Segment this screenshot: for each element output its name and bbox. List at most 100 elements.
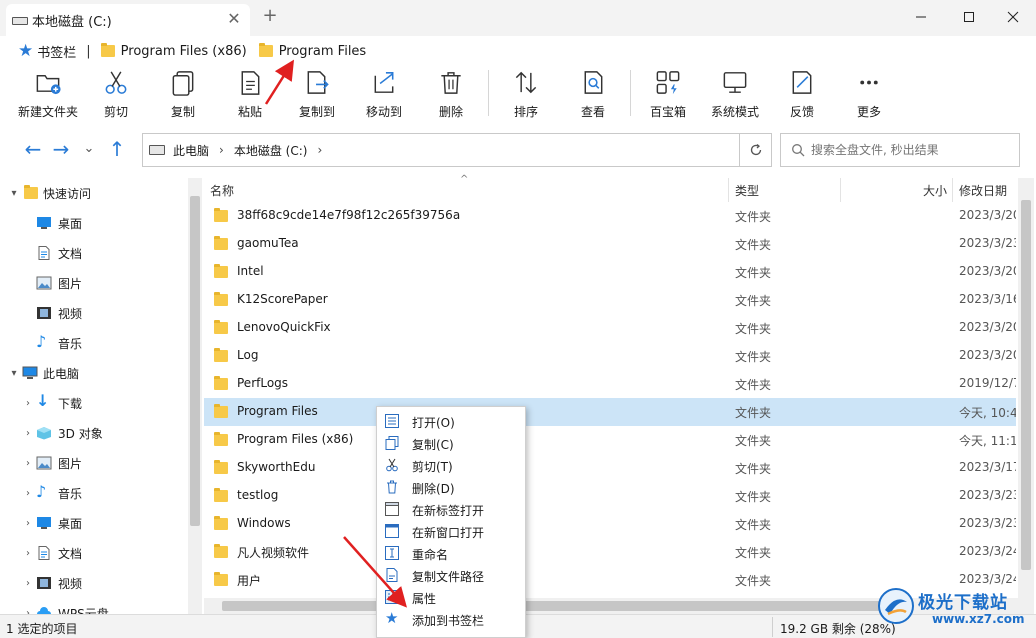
address-bar[interactable]: 此电脑 › 本地磁盘 (C:) › bbox=[142, 133, 772, 167]
more-icon bbox=[860, 80, 878, 85]
sidebar-item-pc-music[interactable]: › ♪ 音乐 bbox=[0, 478, 188, 508]
column-date[interactable]: 修改日期 bbox=[959, 182, 1007, 199]
bookmark-program-files-x86[interactable]: Program Files (x86) bbox=[100, 43, 247, 59]
sort-button[interactable]: 排序 bbox=[493, 68, 559, 120]
up-arrow-icon[interactable]: ↑ bbox=[106, 138, 128, 160]
chevron-right-icon[interactable]: › bbox=[22, 548, 34, 559]
sidebar-item-this-pc[interactable]: ▾ 此电脑 bbox=[0, 358, 188, 388]
sidebar-scroll-thumb[interactable] bbox=[190, 196, 200, 526]
table-row[interactable]: Intel 文件夹 2023/3/20 bbox=[204, 258, 1016, 286]
menu-item-open[interactable]: 打开(O) bbox=[377, 410, 525, 432]
table-row[interactable]: PerfLogs 文件夹 2019/12/7 bbox=[204, 370, 1016, 398]
menu-item-open-new-window[interactable]: 在新窗口打开 bbox=[377, 520, 525, 542]
table-row[interactable]: Log 文件夹 2023/3/20 bbox=[204, 342, 1016, 370]
column-divider[interactable] bbox=[728, 178, 729, 202]
chevron-right-icon[interactable]: › bbox=[22, 578, 34, 589]
chevron-right-icon[interactable]: › bbox=[22, 458, 34, 469]
table-row[interactable]: Program Files 文件夹 今天, 10:44 bbox=[204, 398, 1016, 426]
copy-button[interactable]: 复制 bbox=[150, 68, 216, 120]
chevron-right-icon[interactable]: › bbox=[22, 428, 34, 439]
search-input[interactable] bbox=[811, 143, 1011, 157]
chevron-down-icon[interactable]: ▾ bbox=[8, 188, 20, 199]
move-to-button[interactable]: 移动到 bbox=[351, 68, 417, 120]
menu-item-add-bookmark[interactable]: ★ 添加到书签栏 bbox=[377, 608, 525, 630]
menu-item-rename[interactable]: 重命名 bbox=[377, 542, 525, 564]
back-arrow-icon[interactable]: ← bbox=[22, 138, 44, 160]
column-name[interactable]: 名称 bbox=[210, 182, 234, 199]
column-divider[interactable] bbox=[952, 178, 953, 202]
menu-item-cut[interactable]: 剪切(T) bbox=[377, 454, 525, 476]
paste-label: 粘贴 bbox=[237, 105, 262, 119]
maximize-button[interactable] bbox=[946, 0, 992, 34]
sidebar-item-documents[interactable]: 文档 bbox=[0, 238, 188, 268]
sidebar-label: WPS云盘 bbox=[58, 606, 109, 615]
copy-to-button[interactable]: 复制到 bbox=[284, 68, 350, 120]
view-button[interactable]: 查看 bbox=[560, 68, 626, 120]
cut-button[interactable]: 剪切 bbox=[83, 68, 149, 120]
search-box[interactable] bbox=[780, 133, 1020, 167]
table-row[interactable]: testlog 文件夹 2023/3/23 bbox=[204, 482, 1016, 510]
sidebar-item-desktop[interactable]: 桌面 bbox=[0, 208, 188, 238]
close-window-button[interactable] bbox=[990, 0, 1036, 34]
sidebar-item-wps-cloud[interactable]: › WPS云盘 bbox=[0, 598, 188, 614]
chevron-right-icon[interactable]: › bbox=[317, 143, 322, 157]
sidebar-item-pc-desktop[interactable]: › 桌面 bbox=[0, 508, 188, 538]
file-list-vertical-scroll-thumb[interactable] bbox=[1021, 200, 1031, 570]
sidebar-item-3d-objects[interactable]: › 3D 对象 bbox=[0, 418, 188, 448]
new-tab-icon bbox=[385, 502, 399, 516]
menu-item-open-new-tab[interactable]: 在新标签打开 bbox=[377, 498, 525, 520]
column-divider[interactable] bbox=[840, 178, 841, 202]
table-row[interactable]: Program Files (x86) 文件夹 今天, 11:16 bbox=[204, 426, 1016, 454]
table-row[interactable]: gaomuTea 文件夹 2023/3/23 bbox=[204, 230, 1016, 258]
file-list-horizontal-scroll-thumb[interactable] bbox=[222, 601, 912, 611]
status-divider bbox=[772, 617, 773, 637]
file-type: 文件夹 bbox=[735, 238, 772, 252]
table-row[interactable]: Windows 文件夹 2023/3/23 bbox=[204, 510, 1016, 538]
new-tab-button[interactable]: + bbox=[260, 6, 280, 26]
more-button[interactable]: 更多 bbox=[836, 68, 902, 120]
bookmark-program-files[interactable]: Program Files bbox=[258, 43, 366, 59]
bookmark-bar-label[interactable]: 书签栏 bbox=[37, 42, 76, 61]
paste-button[interactable]: 粘贴 bbox=[217, 68, 283, 120]
toolbox-button[interactable]: 百宝箱 bbox=[635, 68, 701, 120]
breadcrumb-local-disk[interactable]: 本地磁盘 (C:) bbox=[234, 142, 308, 159]
breadcrumb-this-pc[interactable]: 此电脑 bbox=[173, 142, 209, 159]
chevron-right-icon[interactable]: › bbox=[22, 398, 34, 409]
sidebar-item-pictures[interactable]: 图片 bbox=[0, 268, 188, 298]
folder-icon bbox=[214, 572, 228, 586]
history-chevron-down-icon[interactable]: ⌄ bbox=[78, 138, 100, 160]
chevron-right-icon[interactable]: › bbox=[22, 488, 34, 499]
sidebar-item-downloads[interactable]: › ↓ 下载 bbox=[0, 388, 188, 418]
delete-button[interactable]: 删除 bbox=[418, 68, 484, 120]
column-size[interactable]: 大小 bbox=[923, 182, 947, 199]
chevron-down-icon[interactable]: ▾ bbox=[8, 368, 20, 379]
sidebar-item-quick-access[interactable]: ▾ 快速访问 bbox=[0, 178, 188, 208]
minimize-button[interactable] bbox=[898, 0, 944, 34]
table-row[interactable]: SkyworthEdu 文件夹 2023/3/17 bbox=[204, 454, 1016, 482]
column-type[interactable]: 类型 bbox=[735, 182, 759, 199]
table-row[interactable]: K12ScorePaper 文件夹 2023/3/16 bbox=[204, 286, 1016, 314]
sidebar-item-music[interactable]: ♪ 音乐 bbox=[0, 328, 188, 358]
toolbar-divider bbox=[630, 70, 631, 116]
sidebar-item-pc-videos[interactable]: › 视频 bbox=[0, 568, 188, 598]
feedback-button[interactable]: 反馈 bbox=[769, 68, 835, 120]
chevron-right-icon[interactable]: › bbox=[219, 143, 224, 157]
menu-item-copy-path[interactable]: 复制文件路径 bbox=[377, 564, 525, 586]
menu-item-properties[interactable]: 属性 bbox=[377, 586, 525, 608]
menu-item-delete[interactable]: 删除(D) bbox=[377, 476, 525, 498]
close-tab-icon[interactable]: ✕ bbox=[226, 11, 242, 27]
table-row[interactable]: LenovoQuickFix 文件夹 2023/3/20 bbox=[204, 314, 1016, 342]
refresh-button[interactable] bbox=[739, 134, 771, 166]
sidebar-item-pc-documents[interactable]: › 文档 bbox=[0, 538, 188, 568]
new-folder-button[interactable]: 新建文件夹 bbox=[15, 68, 81, 120]
sidebar-item-videos[interactable]: 视频 bbox=[0, 298, 188, 328]
table-row[interactable]: 38ff68c9cde14e7f98f12c265f39756a 文件夹 2023/… bbox=[204, 202, 1016, 230]
chevron-right-icon[interactable]: › bbox=[22, 518, 34, 529]
tab-local-disk[interactable]: 本地磁盘 (C:) ✕ bbox=[6, 4, 250, 36]
table-row[interactable]: 凡人视频软件 文件夹 2023/3/24 bbox=[204, 538, 1016, 566]
menu-label: 打开(O) bbox=[412, 416, 455, 430]
sidebar-item-pc-pictures[interactable]: › 图片 bbox=[0, 448, 188, 478]
system-mode-button[interactable]: 系统模式 bbox=[702, 68, 768, 120]
forward-arrow-icon[interactable]: → bbox=[50, 138, 72, 160]
menu-item-copy[interactable]: 复制(C) bbox=[377, 432, 525, 454]
